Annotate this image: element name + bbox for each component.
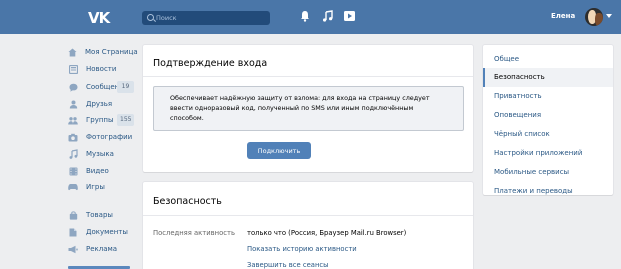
documents-icon — [68, 227, 78, 237]
settings-menu-blacklist[interactable]: Чёрный список — [483, 125, 613, 144]
groups-count-badge: 155 — [117, 114, 135, 126]
connect-button[interactable]: Подключить — [247, 142, 311, 159]
show-activity-history-link[interactable]: Показать историю активности — [247, 245, 357, 253]
username[interactable]: Елена — [551, 12, 575, 20]
nav-item-label: Фотографии — [86, 133, 133, 141]
nav-item-label: Видео — [86, 167, 109, 175]
settings-menu-payments[interactable]: Платежи и переводы — [483, 182, 613, 201]
settings-menu-notifications[interactable]: Оповещения — [483, 106, 613, 125]
nav-item-label: Новости — [86, 65, 117, 73]
search-box[interactable] — [142, 11, 270, 25]
camera-icon — [68, 132, 78, 142]
nav-item-label: Группы — [86, 116, 114, 124]
play-icon[interactable] — [344, 10, 355, 24]
login-confirmation-title: Подтверждение входа — [153, 58, 268, 69]
nav-item-messages[interactable]: Сообщения 19 — [68, 79, 134, 95]
games-icon — [68, 182, 78, 192]
avatar[interactable] — [585, 8, 603, 26]
chevron-down-icon[interactable] — [606, 14, 612, 18]
nav-item-documents[interactable]: Документы — [68, 224, 134, 240]
nav-item-games[interactable]: Игры — [68, 179, 134, 195]
divider — [143, 76, 473, 77]
login-confirmation-card: Подтверждение входа Обеспечивает надёжну… — [143, 45, 473, 172]
nav-item-photos[interactable]: Фотографии — [68, 129, 134, 145]
messages-icon — [68, 82, 78, 92]
nav-item-label: Реклама — [86, 245, 118, 253]
nav-item-ads[interactable]: Реклама — [68, 241, 134, 257]
nav-item-news[interactable]: Новости — [68, 61, 134, 77]
nav-item-my-page[interactable]: Моя Страница — [68, 44, 138, 60]
nav-item-label: Музыка — [86, 150, 114, 158]
security-title: Безопасность — [153, 196, 222, 207]
nav-item-label: Моя Страница — [85, 48, 138, 56]
settings-menu-security[interactable]: Безопасность — [483, 68, 613, 87]
home-icon — [68, 47, 77, 57]
ads-icon — [68, 244, 78, 254]
settings-menu-app-settings[interactable]: Настройки приложений — [483, 144, 613, 163]
music-icon[interactable] — [322, 10, 333, 24]
nav-item-label: Друзья — [86, 100, 113, 108]
settings-menu-privacy[interactable]: Приватность — [483, 87, 613, 106]
last-activity-value: только что (Россия, Браузер Mail.ru Brow… — [247, 229, 407, 237]
news-icon — [68, 64, 78, 74]
vk-logo[interactable]: VK — [88, 9, 110, 27]
end-all-sessions-link[interactable]: Завершить все сеансы — [247, 261, 329, 269]
search-icon — [147, 14, 154, 21]
top-bar: VK Елена — [0, 0, 621, 34]
settings-menu-mobile-services[interactable]: Мобильные сервисы — [483, 163, 613, 182]
login-confirmation-notice: Обеспечивает надёжную защиту от взлома: … — [153, 86, 464, 131]
nav-item-label: Документы — [86, 228, 128, 236]
security-card: Безопасность Последняя активность только… — [143, 182, 473, 269]
goods-icon — [68, 210, 78, 220]
groups-icon — [68, 115, 78, 125]
friends-icon — [68, 99, 78, 109]
settings-menu: Общее Безопасность Приватность Оповещени… — [483, 45, 613, 195]
nav-item-friends[interactable]: Друзья — [68, 96, 134, 112]
last-activity-label: Последняя активность — [153, 229, 235, 237]
messages-count-badge: 19 — [117, 81, 134, 93]
nav-item-video[interactable]: Видео — [68, 163, 134, 179]
nav-item-music[interactable]: Музыка — [68, 146, 134, 162]
nav-item-goods[interactable]: Товары — [68, 207, 134, 223]
divider — [143, 215, 473, 216]
settings-menu-general[interactable]: Общее — [483, 50, 613, 69]
bell-icon[interactable] — [300, 10, 310, 24]
music-icon — [68, 149, 78, 159]
search-input[interactable] — [156, 11, 266, 25]
nav-item-label: Товары — [86, 211, 113, 219]
nav-item-label: Игры — [86, 183, 105, 191]
video-icon — [68, 166, 78, 176]
nav-item-groups[interactable]: Группы 155 — [68, 112, 135, 128]
